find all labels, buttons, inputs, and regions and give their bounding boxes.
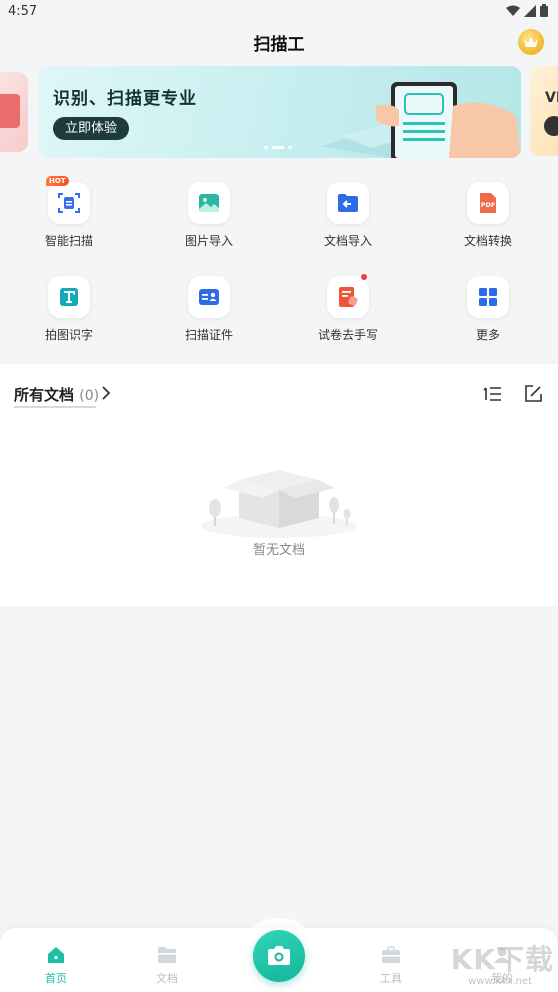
- nav-documents[interactable]: 文档: [137, 946, 197, 986]
- pagination-dot: [264, 146, 268, 149]
- toolbox-icon: [382, 946, 400, 963]
- gift-icon: [0, 94, 20, 128]
- image-import-icon: [188, 182, 230, 224]
- empty-state-text: 暂无文档: [252, 543, 305, 558]
- exam-erase-icon: [327, 274, 369, 318]
- notification-dot: [361, 274, 367, 280]
- watermark-logo: KK下载: [450, 943, 554, 976]
- empty-box-illustration: [201, 470, 357, 538]
- tool-document-convert[interactable]: PDF 文档转换: [443, 182, 533, 249]
- nav-label: 工具: [380, 972, 402, 985]
- tool-label: 图片导入: [184, 234, 233, 248]
- tool-smart-scan[interactable]: HOT 智能扫描: [24, 176, 114, 249]
- documents-section: 所有文档 (0) 暂无文档: [0, 364, 558, 606]
- app-title: 扫描工: [253, 35, 305, 55]
- nav-home[interactable]: 首页: [26, 946, 86, 986]
- signal-icon: [524, 4, 536, 17]
- documents-title: 所有文档: [14, 386, 75, 404]
- edit-icon[interactable]: [523, 384, 543, 404]
- tool-label: 文档导入: [323, 234, 372, 248]
- tool-text-recognize[interactable]: 拍图识字: [24, 276, 114, 343]
- pdf-convert-icon: PDF: [467, 182, 509, 224]
- tool-exam-erase-handwriting[interactable]: 试卷去手写: [303, 274, 393, 343]
- status-bar: 4:57: [0, 0, 558, 24]
- folder-icon: [158, 947, 176, 963]
- status-icons: [506, 4, 548, 17]
- home-icon: [48, 947, 64, 963]
- text-recognize-icon: [48, 276, 90, 318]
- camera-scan-button[interactable]: [253, 930, 305, 982]
- nav-tools[interactable]: 工具: [361, 946, 421, 986]
- promo-banner[interactable]: 识别、扫描更专业 立即体验: [38, 66, 521, 158]
- smart-scan-icon: HOT: [46, 176, 90, 224]
- nav-label: 文档: [156, 972, 178, 985]
- sort-list-icon[interactable]: [483, 384, 503, 404]
- svg-text:PDF: PDF: [481, 201, 496, 209]
- banner-next-card[interactable]: VI: [530, 66, 558, 156]
- documents-count: (0): [79, 388, 100, 404]
- banner-prev-card[interactable]: [0, 72, 28, 152]
- tool-label: 拍图识字: [44, 328, 93, 342]
- tool-label: 试卷去手写: [317, 328, 378, 342]
- tool-document-import[interactable]: 文档导入: [303, 182, 393, 249]
- tool-more[interactable]: 更多: [443, 276, 533, 343]
- tool-image-import[interactable]: 图片导入: [164, 182, 254, 249]
- banner-next-button: [544, 116, 558, 136]
- documents-header[interactable]: 所有文档 (0): [14, 384, 100, 408]
- tool-id-card-scan[interactable]: 扫描证件: [164, 276, 254, 343]
- chevron-right-icon[interactable]: [101, 386, 111, 400]
- hot-badge: HOT: [46, 176, 69, 186]
- tool-label: 文档转换: [463, 234, 512, 248]
- document-import-icon: [327, 182, 369, 224]
- banner-pagination: [264, 146, 292, 149]
- id-card-scan-icon: [188, 276, 230, 318]
- wifi-icon: [506, 5, 520, 16]
- watermark-url: www.kkx.net: [468, 976, 532, 987]
- pagination-dot: [288, 146, 292, 149]
- camera-icon: [268, 946, 290, 965]
- more-grid-icon: [467, 276, 509, 318]
- banner-try-button[interactable]: 立即体验: [53, 117, 130, 140]
- pagination-dot-active: [272, 146, 284, 149]
- banner-next-text: VI: [545, 90, 558, 106]
- vip-crown-icon[interactable]: [518, 29, 544, 55]
- nav-label: 首页: [45, 972, 67, 985]
- banner-title: 识别、扫描更专业: [53, 89, 197, 109]
- tool-label: 智能扫描: [44, 234, 93, 248]
- battery-icon: [540, 4, 548, 17]
- title-underline: [14, 406, 96, 408]
- phone-scan-illustration: [321, 82, 521, 158]
- status-time: 4:57: [8, 4, 38, 19]
- tool-label: 更多: [475, 328, 500, 342]
- tool-label: 扫描证件: [184, 328, 233, 342]
